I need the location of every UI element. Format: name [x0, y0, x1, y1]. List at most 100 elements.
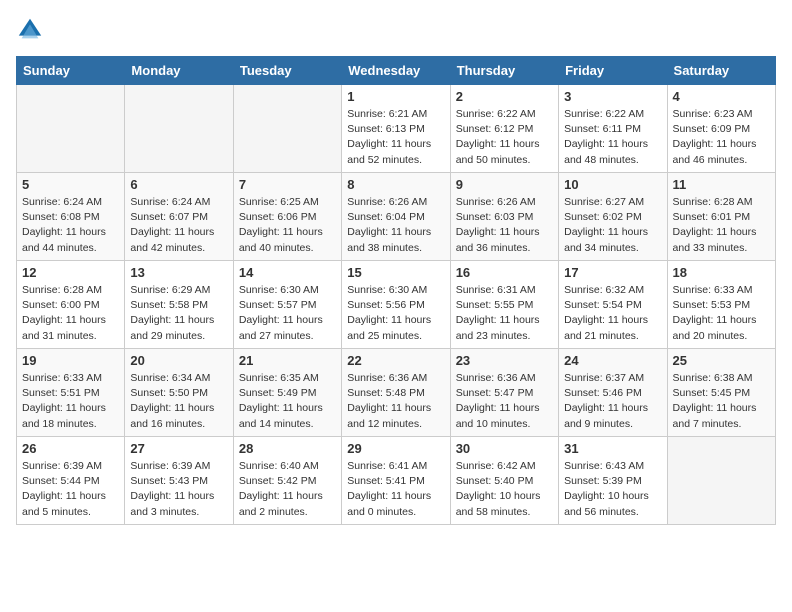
day-info: Sunrise: 6:28 AM Sunset: 6:01 PM Dayligh…	[673, 195, 770, 256]
day-number: 24	[564, 353, 661, 368]
day-number: 21	[239, 353, 336, 368]
day-number: 13	[130, 265, 227, 280]
day-info: Sunrise: 6:33 AM Sunset: 5:53 PM Dayligh…	[673, 283, 770, 344]
day-info: Sunrise: 6:26 AM Sunset: 6:04 PM Dayligh…	[347, 195, 444, 256]
day-number: 3	[564, 89, 661, 104]
day-number: 7	[239, 177, 336, 192]
calendar-cell: 16 Sunrise: 6:31 AM Sunset: 5:55 PM Dayli…	[450, 261, 558, 349]
calendar-cell: 22Sunrise: 6:36 AM Sunset: 5:48 PM Dayli…	[342, 349, 450, 437]
calendar-cell: 7 Sunrise: 6:25 AM Sunset: 6:06 PM Daylig…	[233, 173, 341, 261]
calendar-cell: 8 Sunrise: 6:26 AM Sunset: 6:04 PM Daylig…	[342, 173, 450, 261]
day-info: Sunrise: 6:24 AM Sunset: 6:07 PM Dayligh…	[130, 195, 227, 256]
calendar-cell: 5 Sunrise: 6:24 AM Sunset: 6:08 PM Daylig…	[17, 173, 125, 261]
calendar-cell: 25 Sunrise: 6:38 AM Sunset: 5:45 PM Dayli…	[667, 349, 775, 437]
calendar-week-1: 1Sunrise: 6:21 AM Sunset: 6:13 PM Daylig…	[17, 85, 776, 173]
calendar-cell: 23 Sunrise: 6:36 AM Sunset: 5:47 PM Dayli…	[450, 349, 558, 437]
calendar-cell: 15 Sunrise: 6:30 AM Sunset: 5:56 PM Dayli…	[342, 261, 450, 349]
calendar-cell: 6 Sunrise: 6:24 AM Sunset: 6:07 PM Daylig…	[125, 173, 233, 261]
calendar-cell: 29Sunrise: 6:41 AM Sunset: 5:41 PM Dayli…	[342, 437, 450, 525]
day-number: 12	[22, 265, 119, 280]
calendar-header-sunday: Sunday	[17, 57, 125, 85]
day-info: Sunrise: 6:27 AM Sunset: 6:02 PM Dayligh…	[564, 195, 661, 256]
logo	[16, 16, 48, 44]
day-number: 8	[347, 177, 444, 192]
day-info: Sunrise: 6:33 AM Sunset: 5:51 PM Dayligh…	[22, 371, 119, 432]
calendar-header-tuesday: Tuesday	[233, 57, 341, 85]
calendar-cell: 26Sunrise: 6:39 AM Sunset: 5:44 PM Dayli…	[17, 437, 125, 525]
day-info: Sunrise: 6:26 AM Sunset: 6:03 PM Dayligh…	[456, 195, 553, 256]
day-number: 23	[456, 353, 553, 368]
day-info: Sunrise: 6:42 AM Sunset: 5:40 PM Dayligh…	[456, 459, 553, 520]
calendar-header-wednesday: Wednesday	[342, 57, 450, 85]
calendar-header-saturday: Saturday	[667, 57, 775, 85]
day-number: 4	[673, 89, 770, 104]
day-info: Sunrise: 6:23 AM Sunset: 6:09 PM Dayligh…	[673, 107, 770, 168]
day-number: 10	[564, 177, 661, 192]
day-number: 27	[130, 441, 227, 456]
calendar-cell: 9 Sunrise: 6:26 AM Sunset: 6:03 PM Daylig…	[450, 173, 558, 261]
day-number: 25	[673, 353, 770, 368]
day-number: 20	[130, 353, 227, 368]
day-info: Sunrise: 6:29 AM Sunset: 5:58 PM Dayligh…	[130, 283, 227, 344]
day-number: 6	[130, 177, 227, 192]
calendar-week-5: 26Sunrise: 6:39 AM Sunset: 5:44 PM Dayli…	[17, 437, 776, 525]
day-number: 2	[456, 89, 553, 104]
day-info: Sunrise: 6:39 AM Sunset: 5:43 PM Dayligh…	[130, 459, 227, 520]
day-number: 9	[456, 177, 553, 192]
day-info: Sunrise: 6:38 AM Sunset: 5:45 PM Dayligh…	[673, 371, 770, 432]
day-number: 31	[564, 441, 661, 456]
day-info: Sunrise: 6:32 AM Sunset: 5:54 PM Dayligh…	[564, 283, 661, 344]
calendar-cell: 2 Sunrise: 6:22 AM Sunset: 6:12 PM Daylig…	[450, 85, 558, 173]
day-info: Sunrise: 6:30 AM Sunset: 5:57 PM Dayligh…	[239, 283, 336, 344]
calendar-header-thursday: Thursday	[450, 57, 558, 85]
day-info: Sunrise: 6:39 AM Sunset: 5:44 PM Dayligh…	[22, 459, 119, 520]
calendar-week-4: 19Sunrise: 6:33 AM Sunset: 5:51 PM Dayli…	[17, 349, 776, 437]
calendar-cell: 12Sunrise: 6:28 AM Sunset: 6:00 PM Dayli…	[17, 261, 125, 349]
day-info: Sunrise: 6:41 AM Sunset: 5:41 PM Dayligh…	[347, 459, 444, 520]
day-number: 1	[347, 89, 444, 104]
day-info: Sunrise: 6:36 AM Sunset: 5:47 PM Dayligh…	[456, 371, 553, 432]
day-info: Sunrise: 6:37 AM Sunset: 5:46 PM Dayligh…	[564, 371, 661, 432]
calendar-cell: 10 Sunrise: 6:27 AM Sunset: 6:02 PM Dayli…	[559, 173, 667, 261]
day-info: Sunrise: 6:22 AM Sunset: 6:11 PM Dayligh…	[564, 107, 661, 168]
calendar-cell: 19Sunrise: 6:33 AM Sunset: 5:51 PM Dayli…	[17, 349, 125, 437]
calendar-cell: 20 Sunrise: 6:34 AM Sunset: 5:50 PM Dayli…	[125, 349, 233, 437]
calendar-cell: 3 Sunrise: 6:22 AM Sunset: 6:11 PM Daylig…	[559, 85, 667, 173]
calendar-cell: 13 Sunrise: 6:29 AM Sunset: 5:58 PM Dayli…	[125, 261, 233, 349]
calendar-cell: 24 Sunrise: 6:37 AM Sunset: 5:46 PM Dayli…	[559, 349, 667, 437]
day-info: Sunrise: 6:31 AM Sunset: 5:55 PM Dayligh…	[456, 283, 553, 344]
calendar-cell	[125, 85, 233, 173]
day-number: 16	[456, 265, 553, 280]
logo-icon	[16, 16, 44, 44]
day-number: 5	[22, 177, 119, 192]
calendar-week-2: 5 Sunrise: 6:24 AM Sunset: 6:08 PM Daylig…	[17, 173, 776, 261]
calendar-cell: 18Sunrise: 6:33 AM Sunset: 5:53 PM Dayli…	[667, 261, 775, 349]
day-number: 15	[347, 265, 444, 280]
calendar-header-row: SundayMondayTuesdayWednesdayThursdayFrid…	[17, 57, 776, 85]
calendar-header-friday: Friday	[559, 57, 667, 85]
calendar-week-3: 12Sunrise: 6:28 AM Sunset: 6:00 PM Dayli…	[17, 261, 776, 349]
day-info: Sunrise: 6:43 AM Sunset: 5:39 PM Dayligh…	[564, 459, 661, 520]
day-number: 28	[239, 441, 336, 456]
calendar-cell: 28 Sunrise: 6:40 AM Sunset: 5:42 PM Dayli…	[233, 437, 341, 525]
day-info: Sunrise: 6:24 AM Sunset: 6:08 PM Dayligh…	[22, 195, 119, 256]
calendar-cell: 27 Sunrise: 6:39 AM Sunset: 5:43 PM Dayli…	[125, 437, 233, 525]
page-header	[16, 16, 776, 44]
day-info: Sunrise: 6:34 AM Sunset: 5:50 PM Dayligh…	[130, 371, 227, 432]
day-info: Sunrise: 6:36 AM Sunset: 5:48 PM Dayligh…	[347, 371, 444, 432]
day-number: 30	[456, 441, 553, 456]
day-info: Sunrise: 6:35 AM Sunset: 5:49 PM Dayligh…	[239, 371, 336, 432]
calendar-cell: 21 Sunrise: 6:35 AM Sunset: 5:49 PM Dayli…	[233, 349, 341, 437]
calendar-cell: 31 Sunrise: 6:43 AM Sunset: 5:39 PM Dayli…	[559, 437, 667, 525]
day-info: Sunrise: 6:40 AM Sunset: 5:42 PM Dayligh…	[239, 459, 336, 520]
day-number: 17	[564, 265, 661, 280]
calendar-cell	[17, 85, 125, 173]
day-number: 14	[239, 265, 336, 280]
calendar-header-monday: Monday	[125, 57, 233, 85]
day-info: Sunrise: 6:25 AM Sunset: 6:06 PM Dayligh…	[239, 195, 336, 256]
day-info: Sunrise: 6:30 AM Sunset: 5:56 PM Dayligh…	[347, 283, 444, 344]
calendar-cell	[233, 85, 341, 173]
day-info: Sunrise: 6:22 AM Sunset: 6:12 PM Dayligh…	[456, 107, 553, 168]
calendar: SundayMondayTuesdayWednesdayThursdayFrid…	[16, 56, 776, 525]
calendar-cell: 1Sunrise: 6:21 AM Sunset: 6:13 PM Daylig…	[342, 85, 450, 173]
